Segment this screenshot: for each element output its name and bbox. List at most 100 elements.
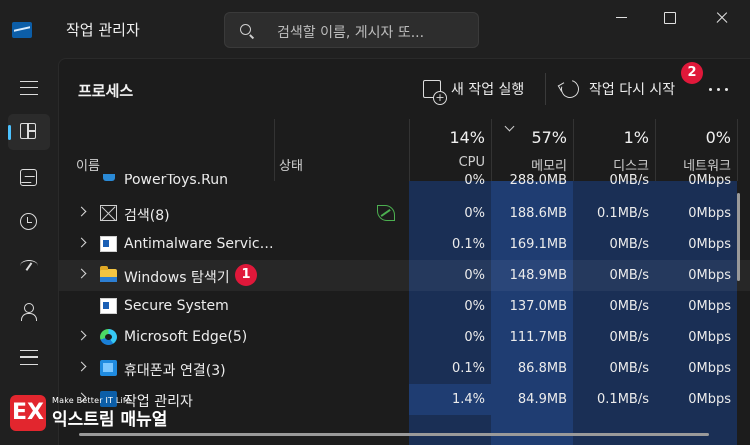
restart-task-label: 작업 다시 시작 [589, 82, 676, 98]
disk-value: 0MB/s [609, 237, 649, 252]
table-row[interactable]: Antimalware Service Executable 0.1% 169.… [59, 229, 750, 260]
new-task-label: 새 작업 실행 [451, 82, 525, 98]
cpu-total-percent: 14% [449, 128, 485, 147]
search-input[interactable]: 검색할 이름, 게시자 또... [277, 22, 424, 42]
watermark-tagline: Make Better IT Life [52, 396, 132, 405]
column-divider [409, 119, 410, 181]
step-badge-1: 1 [235, 264, 257, 286]
cpu-value: 0% [464, 268, 485, 283]
disk-value: 0MB/s [609, 361, 649, 376]
generic-app-icon [100, 205, 117, 221]
nav-menu-button[interactable] [8, 70, 50, 106]
network-value: 0Mbps [688, 330, 731, 345]
restart-icon [557, 76, 583, 102]
expand-chevron-icon[interactable] [76, 206, 87, 217]
edge-icon [100, 329, 117, 345]
table-row[interactable]: Microsoft Edge(5) 0% 111.7MB 0MB/s 0Mbps [59, 322, 750, 353]
powertoys-icon [103, 174, 115, 181]
memory-value: 169.1MB [509, 237, 567, 252]
nav-item-processes[interactable] [8, 114, 50, 150]
processes-panel: 프로세스 새 작업 실행 작업 다시 시작 2 이름 상태 14% CPU 57… [58, 58, 750, 445]
expand-chevron-icon[interactable] [76, 330, 87, 341]
table-row[interactable]: PowerToys.Run 0% 288.0MB 0MB/s 0Mbps [59, 174, 750, 198]
memory-value: 188.6MB [509, 206, 567, 221]
expand-chevron-icon[interactable] [76, 237, 87, 248]
startup-icon [20, 260, 38, 272]
memory-value: 288.0MB [509, 174, 567, 188]
column-header-status[interactable]: 상태 [279, 155, 303, 174]
network-total-percent: 0% [705, 128, 731, 147]
page-title: 프로세스 [78, 82, 134, 100]
disk-value: 0.1MB/s [597, 392, 649, 407]
watermark-name: 익스트림 매뉴얼 [52, 410, 168, 430]
column-header-memory[interactable]: 메모리 [497, 155, 567, 174]
process-name: 검색(8) [124, 208, 170, 224]
phone-link-icon [100, 360, 117, 376]
memory-value: 148.9MB [509, 268, 567, 283]
cpu-value: 0% [464, 330, 485, 345]
users-icon [20, 303, 38, 321]
expand-chevron-icon[interactable] [76, 361, 87, 372]
network-value: 0Mbps [688, 174, 731, 188]
title-bar: 작업 관리자 검색할 이름, 게시자 또... [0, 0, 750, 58]
column-header-disk[interactable]: 디스크 [579, 155, 649, 174]
process-name: PowerToys.Run [124, 174, 228, 188]
cpu-value: 1.4% [451, 392, 485, 407]
table-row[interactable]: 검색(8) 0% 188.6MB 0.1MB/s 0Mbps [59, 198, 750, 229]
column-header-cpu[interactable]: CPU [415, 155, 485, 170]
process-name: Microsoft Edge(5) [124, 329, 248, 345]
disk-total-percent: 1% [623, 128, 649, 147]
column-divider [737, 119, 738, 181]
task-manager-app-icon [12, 22, 32, 38]
watermark-mark: EX [10, 395, 46, 431]
details-icon [20, 350, 38, 365]
cpu-value: 0% [464, 174, 485, 188]
memory-value: 86.8MB [517, 361, 567, 376]
column-header-name[interactable]: 이름 [76, 155, 100, 174]
maximize-button[interactable] [645, 0, 693, 36]
disk-value: 0.1MB/s [597, 206, 649, 221]
side-navigation [0, 58, 58, 445]
cpu-value: 0% [464, 206, 485, 221]
cpu-value: 0.1% [451, 361, 485, 376]
network-value: 0Mbps [688, 392, 731, 407]
expand-chevron-icon[interactable] [76, 268, 87, 279]
search-box[interactable]: 검색할 이름, 게시자 또... [224, 12, 479, 48]
column-header-network[interactable]: 네트워크 [649, 155, 731, 174]
nav-item-performance[interactable] [8, 160, 50, 196]
table-row[interactable]: Secure System 0% 137.0MB 0MB/s 0Mbps [59, 291, 750, 322]
disk-value: 0MB/s [609, 299, 649, 314]
close-button[interactable] [697, 0, 745, 36]
performance-icon [20, 169, 37, 186]
step-badge-2: 2 [681, 62, 703, 84]
vertical-scrollbar[interactable] [737, 193, 740, 281]
watermark-logo: EX Make Better IT Life 익스트림 매뉴얼 [10, 395, 167, 431]
network-value: 0Mbps [688, 268, 731, 283]
search-icon [240, 24, 251, 35]
window-app-icon [100, 298, 117, 314]
folder-icon [100, 266, 117, 282]
nav-item-users[interactable] [8, 294, 50, 330]
horizontal-scrollbar[interactable] [79, 433, 709, 436]
nav-item-app-history[interactable] [8, 204, 50, 240]
disk-value: 0MB/s [609, 174, 649, 188]
more-options-icon[interactable] [707, 81, 731, 97]
table-row-selected[interactable]: Windows 탐색기 1 0% 148.9MB 0MB/s 0Mbps [59, 260, 750, 291]
history-icon [20, 213, 37, 230]
network-value: 0Mbps [688, 299, 731, 314]
restart-task-button[interactable]: 작업 다시 시작 [557, 73, 676, 105]
new-task-icon [423, 80, 447, 105]
nav-item-details[interactable] [8, 340, 50, 376]
table-row[interactable]: 휴대폰과 연결(3) 0.1% 86.8MB 0MB/s 0Mbps [59, 353, 750, 384]
column-divider [274, 119, 275, 181]
network-value: 0Mbps [688, 361, 731, 376]
process-name: 휴대폰과 연결(3) [124, 363, 226, 379]
new-task-button[interactable]: 새 작업 실행 [423, 73, 524, 105]
minimize-button[interactable] [597, 0, 645, 36]
window-title: 작업 관리자 [66, 21, 140, 39]
cpu-value: 0% [464, 299, 485, 314]
cpu-value: 0.1% [451, 237, 485, 252]
processes-icon [20, 123, 36, 139]
window-app-icon [100, 236, 117, 252]
nav-item-startup-apps[interactable] [8, 248, 50, 284]
